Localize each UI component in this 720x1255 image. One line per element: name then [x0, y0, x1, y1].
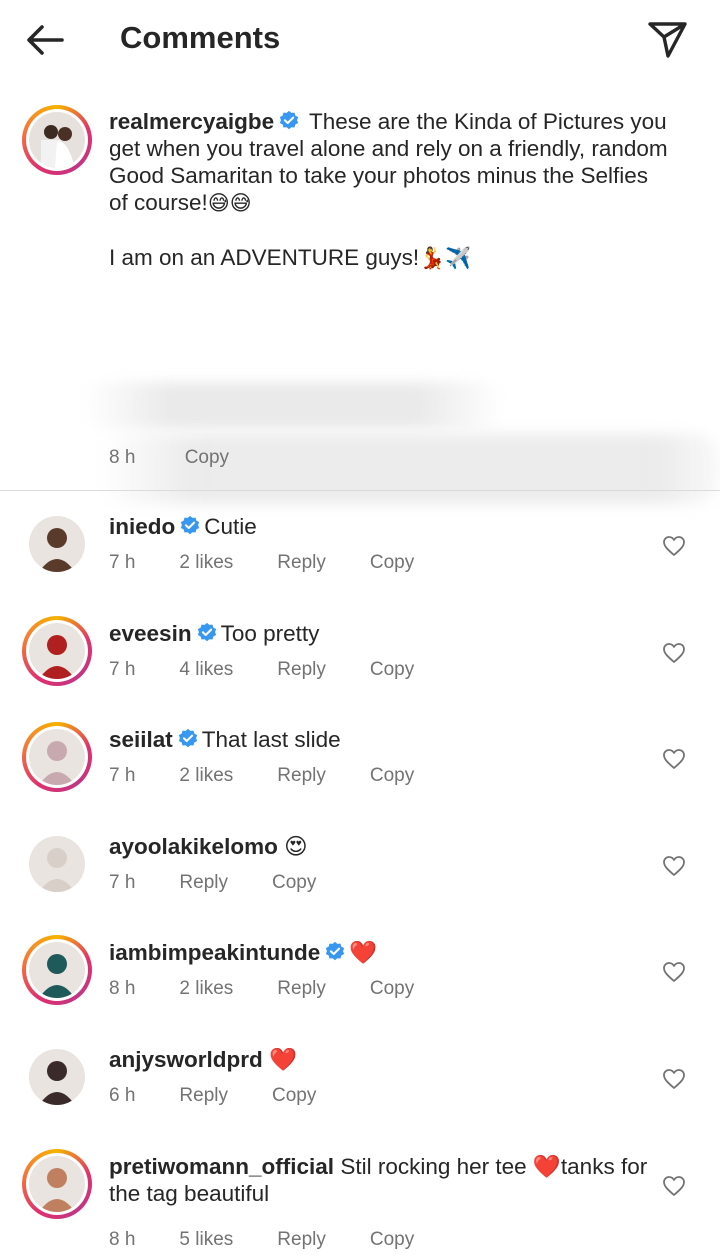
comment-row: ayoolakikelomo 😍 7 h Reply Copy [0, 829, 720, 935]
divider [0, 490, 720, 491]
comment-username[interactable]: anjysworldprd [109, 1047, 263, 1072]
avatar[interactable] [22, 1149, 92, 1219]
paper-plane-icon[interactable] [644, 16, 690, 62]
comment-text: Cutie [204, 514, 257, 539]
comment-row: iambimpeakintunde ❤️ 8 h 2 likes Reply Copy [0, 935, 720, 1041]
heart-icon[interactable] [662, 535, 686, 557]
comment-time: 7 h [109, 765, 136, 786]
heart-icon[interactable] [662, 748, 686, 770]
comment-meta: 8 h 5 likes Reply Copy [109, 1229, 458, 1251]
comment-body: seiilat That last slide [109, 726, 649, 753]
caption-username[interactable]: realmercyaigbe [109, 109, 274, 134]
top-bar: Comments [0, 0, 720, 80]
heart-icon[interactable] [662, 855, 686, 877]
copy-button[interactable]: Copy [370, 978, 414, 999]
comment-meta: 7 h 2 likes Reply Copy [109, 552, 458, 574]
verified-badge-icon [181, 515, 200, 535]
comment-username[interactable]: iambimpeakintunde [109, 940, 320, 965]
caption-emoji: 😅😅 [207, 191, 252, 215]
heart-icon[interactable] [662, 961, 686, 983]
avatar[interactable] [22, 616, 92, 686]
heart-icon[interactable] [662, 1068, 686, 1090]
verified-badge-icon [197, 622, 216, 642]
verified-badge-icon [178, 728, 197, 748]
comment-text: That last slide [201, 727, 341, 752]
comment-body: anjysworldprd ❤️ [109, 1046, 649, 1073]
avatar[interactable] [22, 722, 92, 792]
copy-button[interactable]: Copy [370, 659, 414, 680]
likes-count[interactable]: 4 likes [179, 659, 233, 680]
caption-line2-emoji: 💃✈️ [419, 246, 472, 270]
comment-row: eveesin Too pretty 7 h 4 likes Reply Copy [0, 616, 720, 722]
comment-time: 7 h [109, 659, 136, 680]
comment-time: 6 h [109, 1085, 136, 1106]
comment-meta: 7 h 4 likes Reply Copy [109, 659, 458, 681]
heart-icon[interactable] [662, 642, 686, 664]
verified-badge-icon [279, 110, 299, 130]
avatar[interactable] [22, 105, 92, 175]
comment-meta: 7 h Reply Copy [109, 872, 360, 894]
comment-meta: 6 h Reply Copy [109, 1085, 360, 1107]
caption-time: 8 h [109, 447, 136, 468]
copy-button[interactable]: Copy [370, 765, 414, 786]
verified-badge-icon [326, 941, 345, 961]
blurred-hashtags [84, 382, 504, 428]
comment-username[interactable]: ayoolakikelomo [109, 834, 278, 859]
caption-copy-button[interactable]: Copy [185, 447, 229, 468]
reply-button[interactable]: Reply [277, 1229, 326, 1250]
caption-line2: I am on an ADVENTURE guys! [109, 245, 420, 270]
likes-count[interactable]: 2 likes [179, 978, 233, 999]
heart-icon[interactable] [662, 1175, 686, 1197]
page-title: Comments [120, 20, 281, 55]
caption-text: realmercyaigbe These are the Kinda of Pi… [109, 108, 669, 272]
comment-body: eveesin Too pretty [109, 620, 649, 647]
comment-row: iniedo Cutie 7 h 2 likes Reply Copy [0, 509, 720, 615]
comment-text: ❤️ [269, 1047, 298, 1072]
reply-button[interactable]: Reply [277, 765, 326, 786]
comment-meta: 8 h 2 likes Reply Copy [109, 978, 458, 1000]
avatar[interactable] [22, 509, 92, 579]
avatar[interactable] [22, 829, 92, 899]
comment-username[interactable]: seiilat [109, 727, 173, 752]
comment-text: Too pretty [220, 621, 320, 646]
reply-button[interactable]: Reply [277, 552, 326, 573]
comment-body: pretiwomann_official Stil rocking her te… [109, 1153, 649, 1207]
comment-username[interactable]: eveesin [109, 621, 192, 646]
reply-button[interactable]: Reply [277, 978, 326, 999]
reply-button[interactable]: Reply [179, 872, 228, 893]
comment-time: 8 h [109, 1229, 136, 1250]
comment-time: 8 h [109, 978, 136, 999]
comment-time: 7 h [109, 552, 136, 573]
comment-meta: 7 h 2 likes Reply Copy [109, 765, 458, 787]
reply-button[interactable]: Reply [277, 659, 326, 680]
comment-row: pretiwomann_official Stil rocking her te… [0, 1149, 720, 1255]
comment-row: seiilat That last slide 7 h 2 likes Reply Cop… [0, 722, 720, 828]
likes-count[interactable]: 2 likes [179, 552, 233, 573]
comment-body: ayoolakikelomo 😍 [109, 833, 649, 860]
copy-button[interactable]: Copy [272, 1085, 316, 1106]
likes-count[interactable]: 2 likes [179, 765, 233, 786]
comment-username[interactable]: iniedo [109, 514, 175, 539]
copy-button[interactable]: Copy [370, 1229, 414, 1250]
blurred-hashtags-2 [100, 434, 720, 504]
comment-time: 7 h [109, 872, 136, 893]
comment-text: 😍 [284, 834, 308, 859]
comment-username[interactable]: pretiwomann_official [109, 1154, 334, 1179]
copy-button[interactable]: Copy [272, 872, 316, 893]
reply-button[interactable]: Reply [179, 1085, 228, 1106]
copy-button[interactable]: Copy [370, 552, 414, 573]
avatar[interactable] [22, 1042, 92, 1112]
comment-row: anjysworldprd ❤️ 6 h Reply Copy [0, 1042, 720, 1148]
comment-body: iambimpeakintunde ❤️ [109, 939, 649, 966]
comment-text: ❤️ [349, 940, 378, 965]
likes-count[interactable]: 5 likes [179, 1229, 233, 1250]
comment-body: iniedo Cutie [109, 513, 649, 540]
arrow-left-icon[interactable] [22, 18, 70, 62]
avatar[interactable] [22, 935, 92, 1005]
caption-meta: 8 h Copy [109, 447, 273, 469]
